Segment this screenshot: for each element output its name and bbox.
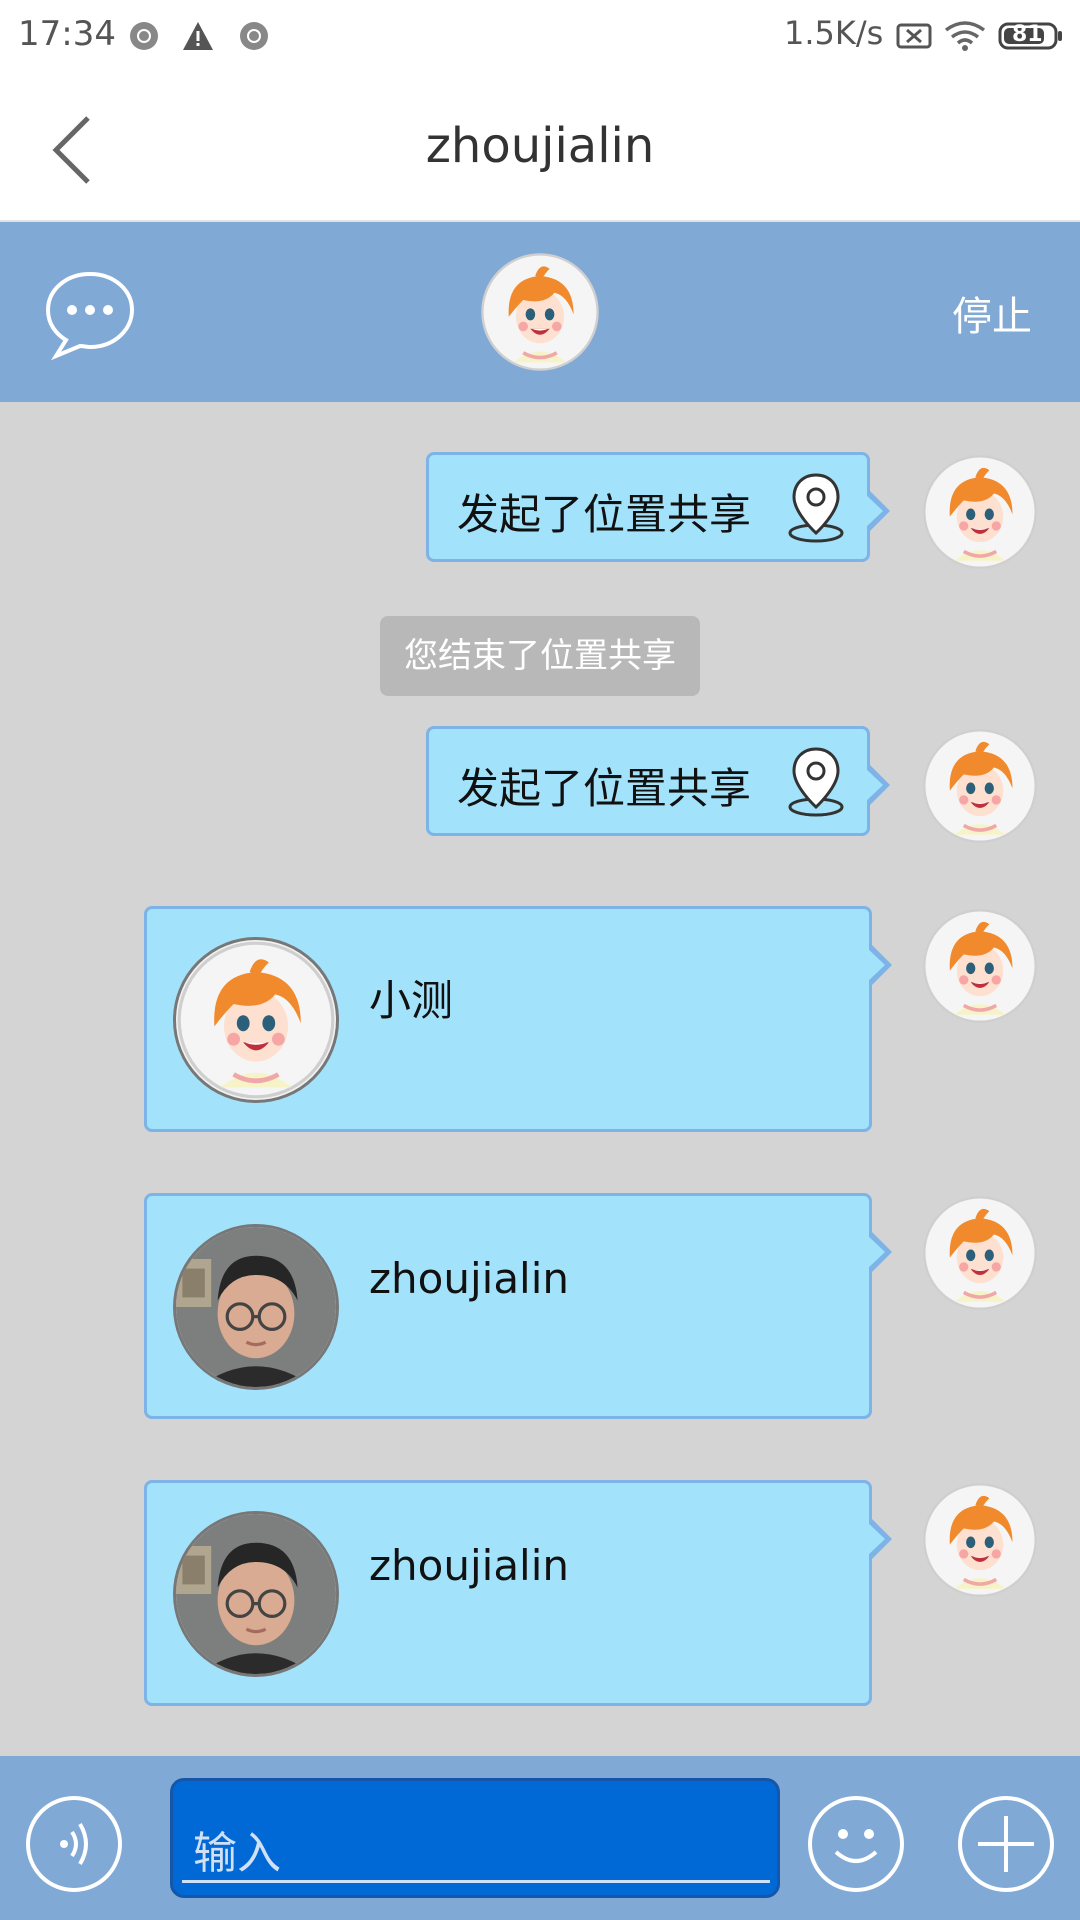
warning-icon (183, 22, 213, 50)
input-underline (182, 1880, 770, 1883)
contact-name: zhoujialin (369, 1254, 570, 1303)
title-bar: zhoujialin (0, 72, 1080, 222)
wifi-icon (944, 21, 986, 51)
stop-sharing-button[interactable]: 停止 (952, 284, 1032, 342)
emoji-button[interactable] (808, 1796, 904, 1892)
sender-avatar[interactable] (922, 728, 1038, 844)
notification-icon (130, 22, 158, 50)
sender-avatar[interactable] (922, 454, 1038, 570)
chat-bubble-icon[interactable] (42, 266, 138, 362)
location-share-bar: 停止 (0, 222, 1080, 402)
sender-avatar[interactable] (922, 908, 1038, 1024)
shared-user-avatar[interactable] (480, 252, 600, 372)
bubble-tail (864, 489, 890, 533)
input-bar (0, 1756, 1080, 1920)
sender-avatar[interactable] (922, 1482, 1038, 1598)
contact-card-message[interactable]: 小测 (144, 906, 892, 1132)
bubble-tail (866, 943, 892, 987)
location-pin-icon (788, 747, 844, 817)
status-bar: 17:34 1.5K/s 81 (0, 0, 1080, 72)
sender-avatar[interactable] (922, 1195, 1038, 1311)
contact-name: zhoujialin (369, 1541, 570, 1590)
bubble-tail (864, 763, 890, 807)
contact-avatar (173, 1511, 339, 1677)
no-sim-icon (896, 23, 932, 49)
voice-button[interactable] (26, 1796, 122, 1892)
emoji-icon (834, 1829, 878, 1863)
message-text: 发起了位置共享 (457, 490, 752, 539)
contact-avatar (173, 1224, 339, 1390)
plus-icon (978, 1816, 1034, 1872)
location-pin-icon (788, 473, 844, 543)
contact-card-message[interactable]: zhoujialin (144, 1193, 892, 1419)
contact-card-message[interactable]: zhoujialin (144, 1480, 892, 1706)
battery-icon: 81 (998, 20, 1064, 52)
battery-level: 81 (1012, 22, 1043, 47)
network-speed: 1.5K/s (784, 14, 884, 52)
message-text: 发起了位置共享 (457, 764, 752, 813)
contact-name: 小测 (369, 976, 454, 1025)
more-options-button[interactable] (958, 1796, 1054, 1892)
bubble-tail (866, 1517, 892, 1561)
system-notice: 您结束了位置共享 (380, 616, 700, 696)
status-time: 17:34 (18, 14, 116, 54)
contact-avatar (173, 937, 339, 1103)
page-title: zhoujialin (425, 118, 655, 174)
voice-icon (60, 1822, 88, 1866)
location-share-message[interactable]: 发起了位置共享 (426, 726, 890, 836)
notification-icon (240, 22, 268, 50)
bubble-tail (866, 1230, 892, 1274)
location-share-message[interactable]: 发起了位置共享 (426, 452, 890, 562)
